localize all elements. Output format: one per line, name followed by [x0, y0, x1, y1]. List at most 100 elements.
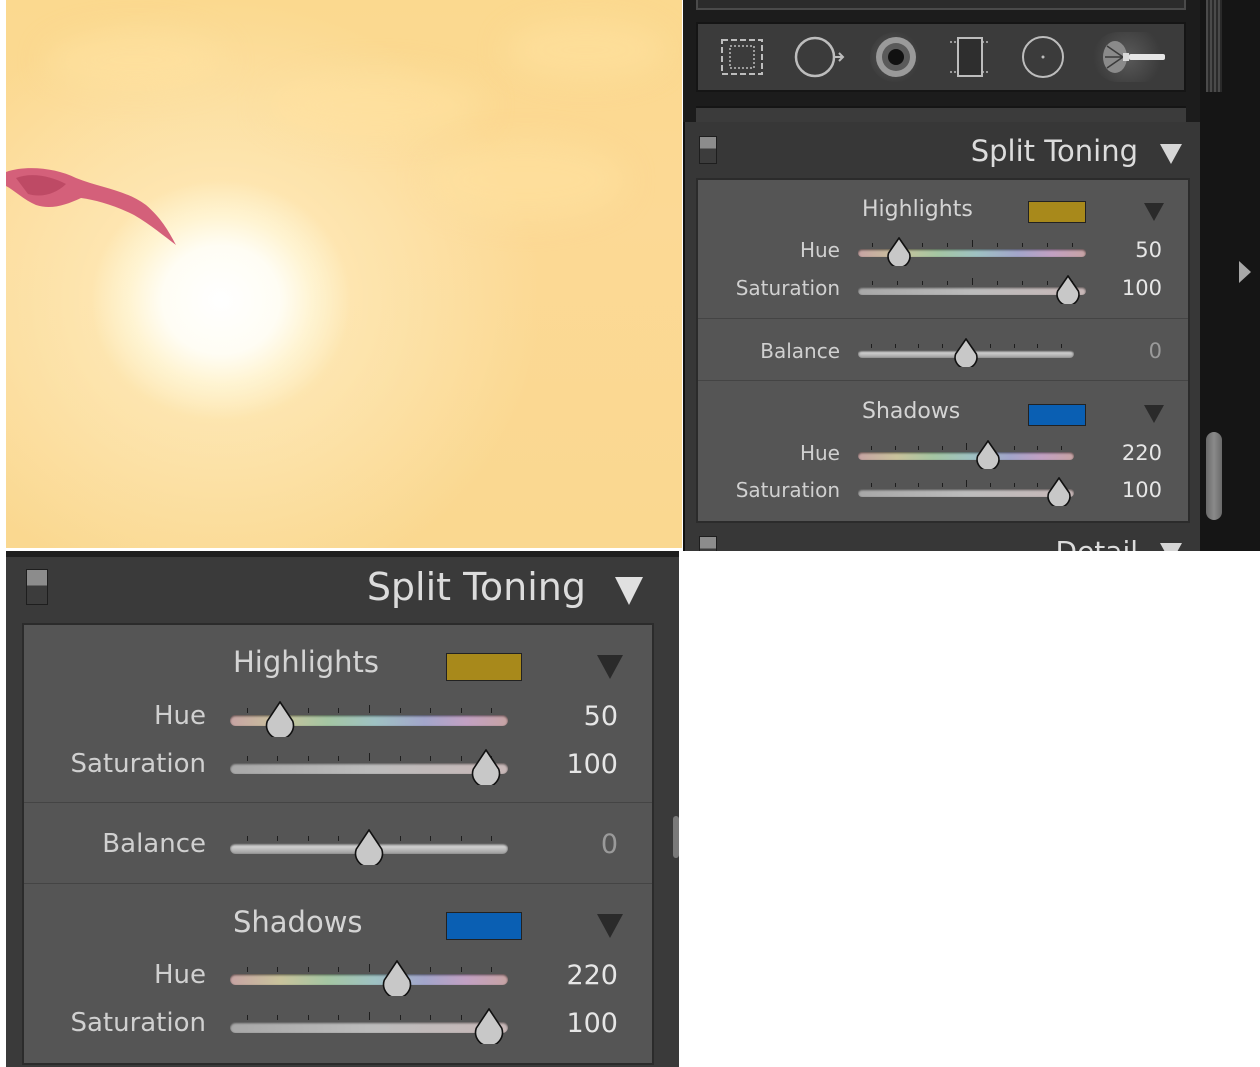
slider-thumb[interactable] — [264, 701, 296, 737]
slider-tick — [997, 243, 998, 247]
slider-tick — [461, 1015, 462, 1020]
balance-value[interactable]: 0 — [1149, 339, 1162, 363]
highlights-saturation-slider[interactable] — [858, 274, 1086, 304]
panel-title[interactable]: Split Toning — [971, 134, 1138, 168]
panel-collapse-icon[interactable] — [615, 577, 643, 605]
detail-enable-toggle[interactable] — [699, 536, 717, 551]
highlights-picker-icon[interactable] — [1144, 203, 1164, 221]
shadows-label: Shadows — [233, 905, 363, 939]
shadows-hue-value[interactable]: 220 — [566, 960, 618, 991]
slider-tick — [491, 836, 492, 841]
slider-thumb[interactable] — [953, 338, 979, 367]
highlights-label: Highlights — [862, 197, 973, 222]
detail-collapse-icon[interactable] — [1160, 543, 1182, 551]
slider-tick — [247, 756, 248, 761]
shadows-saturation-value[interactable]: 100 — [566, 1008, 618, 1039]
slider-tick — [997, 281, 998, 285]
bird-silhouette — [6, 168, 176, 245]
slider-thumb[interactable] — [470, 749, 502, 785]
slider-thumb[interactable] — [353, 829, 385, 865]
slider-thumb[interactable] — [381, 960, 413, 996]
slider-tick — [972, 240, 973, 247]
highlights-hue-slider[interactable] — [230, 699, 508, 737]
highlights-color-swatch[interactable] — [1028, 201, 1086, 223]
slider-thumb[interactable] — [1055, 275, 1081, 304]
panel-title[interactable]: Split Toning — [367, 565, 586, 609]
spot-removal-button[interactable] — [793, 32, 845, 82]
highlights-hue-slider[interactable] — [858, 236, 1086, 266]
slider-tick — [400, 708, 401, 713]
slider-thumb[interactable] — [975, 440, 1001, 469]
shadows-picker-icon[interactable] — [1144, 405, 1164, 423]
slider-track[interactable] — [230, 974, 508, 985]
radial-filter-icon — [1022, 36, 1064, 78]
slider-track[interactable] — [230, 1022, 508, 1033]
shadows-saturation-value[interactable]: 100 — [1122, 478, 1162, 502]
shadows-saturation-slider[interactable] — [230, 1006, 508, 1044]
slider-tick — [872, 281, 873, 285]
slider-tick — [400, 756, 401, 761]
slider-tick — [942, 483, 943, 487]
slider-tick — [247, 1015, 248, 1020]
slider-thumb[interactable] — [886, 237, 912, 266]
shadows-hue-slider[interactable] — [858, 439, 1074, 469]
balance-slider[interactable] — [858, 337, 1074, 367]
shadows-color-swatch[interactable] — [446, 912, 522, 940]
scroll-track — [1206, 0, 1222, 92]
red-eye-button[interactable] — [870, 32, 922, 82]
highlights-saturation-value[interactable]: 100 — [566, 749, 618, 780]
slider-tick — [461, 967, 462, 972]
slider-tick — [918, 483, 919, 487]
slider-thumb[interactable] — [1046, 477, 1072, 506]
slider-tick — [1014, 446, 1015, 450]
slider-tick — [1061, 344, 1062, 348]
highlights-hue-value[interactable]: 50 — [584, 701, 618, 732]
panel-collapse-icon[interactable] — [1160, 144, 1182, 164]
slider-tick — [1061, 446, 1062, 450]
adjustment-brush-icon — [1103, 41, 1165, 73]
slider-track[interactable] — [858, 489, 1074, 497]
slider-tick — [277, 756, 278, 761]
panel-enable-toggle[interactable] — [26, 569, 48, 605]
right-panel-collapse-icon[interactable] — [1239, 261, 1251, 283]
slider-tick — [1037, 483, 1038, 487]
slider-tick — [430, 967, 431, 972]
split-toning-controls: Highlights Hue 50 Saturation 100 Balance… — [22, 623, 654, 1065]
slider-track[interactable] — [230, 763, 508, 774]
graduated-filter-button[interactable] — [944, 32, 996, 82]
shadows-picker-icon[interactable] — [597, 914, 623, 938]
slider-track[interactable] — [858, 452, 1074, 460]
highlights-hue-value[interactable]: 50 — [1135, 238, 1162, 262]
shadows-hue-value[interactable]: 220 — [1122, 441, 1162, 465]
shadows-saturation-slider[interactable] — [858, 476, 1074, 506]
slider-tick — [872, 243, 873, 247]
slider-thumb[interactable] — [473, 1008, 505, 1044]
slider-tick — [942, 446, 943, 450]
panel-enable-toggle[interactable] — [699, 136, 717, 164]
balance-value[interactable]: 0 — [601, 829, 618, 860]
slider-tick — [430, 1015, 431, 1020]
highlights-color-swatch[interactable] — [446, 653, 522, 681]
red-eye-icon — [876, 37, 916, 77]
shadows-color-swatch[interactable] — [1028, 404, 1086, 426]
slider-tick — [400, 1015, 401, 1020]
balance-slider[interactable] — [230, 827, 508, 865]
slider-tick — [308, 708, 309, 713]
balance-label: Balance — [102, 829, 206, 859]
slider-tick — [966, 443, 967, 450]
slider-tick — [1047, 243, 1048, 247]
radial-filter-button[interactable] — [1017, 32, 1069, 82]
crop-overlay-button[interactable] — [716, 32, 768, 82]
photo-preview[interactable] — [6, 0, 682, 548]
scrollbar-thumb[interactable] — [673, 816, 679, 858]
adjustment-brush-button[interactable] — [1093, 32, 1169, 82]
slider-tick — [430, 756, 431, 761]
highlights-saturation-value[interactable]: 100 — [1122, 276, 1162, 300]
slider-tick — [972, 278, 973, 285]
shadows-hue-slider[interactable] — [230, 958, 508, 996]
scrollbar-thumb[interactable] — [1206, 432, 1222, 520]
slider-track[interactable] — [858, 287, 1086, 295]
highlights-picker-icon[interactable] — [597, 655, 623, 679]
highlights-saturation-slider[interactable] — [230, 747, 508, 785]
detail-panel-title[interactable]: Detail — [1056, 535, 1138, 551]
